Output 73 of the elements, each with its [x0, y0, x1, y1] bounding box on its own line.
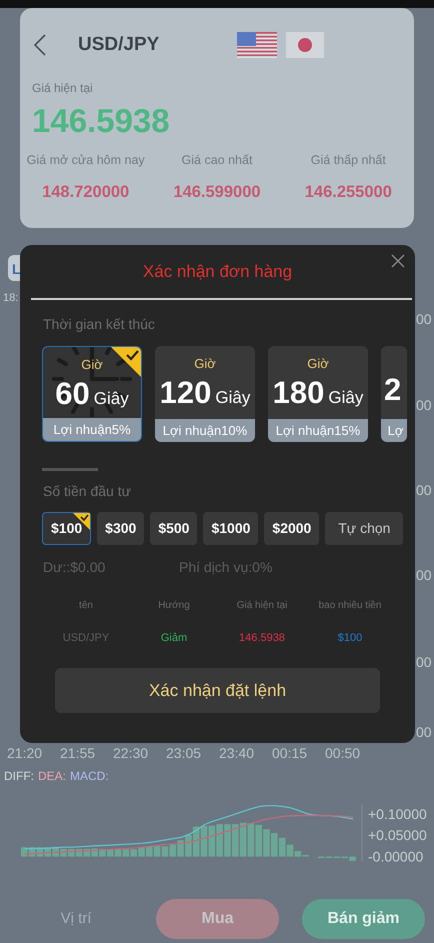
time-label: 00:50 — [325, 745, 358, 761]
amount-option[interactable]: $500 — [150, 512, 198, 544]
check-corner-icon — [111, 346, 141, 376]
column-header: tên — [79, 598, 93, 612]
dialog-title: Xác nhận đơn hàng — [142, 261, 292, 283]
duration-option[interactable]: Giờ 60 Giây Lợi nhuận5% — [42, 346, 142, 442]
axis-label: 00 — [416, 566, 432, 585]
seconds-label: Giây — [94, 388, 129, 410]
indicator-label: MACD: — [70, 768, 109, 785]
indicator-label: DEA: — [38, 768, 66, 785]
duration-value: 120 — [160, 375, 212, 411]
time-label: 23:05 — [166, 745, 199, 761]
axis-label: +0.10000 — [368, 806, 427, 822]
stat-value: 146.599000 — [173, 182, 261, 203]
duration-option[interactable]: Giờ 120 Giây Lợi nhuận10% — [155, 346, 255, 442]
confirm-order-button[interactable]: Xác nhận đặt lệnh — [55, 668, 380, 713]
stat-value: 146.255000 — [304, 182, 392, 203]
seconds-label: Giây — [328, 387, 364, 409]
duration-value: 60 — [55, 376, 90, 412]
price-label: Giá hiện tại — [32, 80, 94, 97]
balance-text: Dư::$0.00 — [43, 558, 106, 576]
seconds-label: Giây — [215, 387, 250, 409]
amount-option[interactable]: $100 — [42, 512, 92, 544]
hour-label: Giờ — [81, 356, 103, 374]
axis-label: 00 — [416, 396, 432, 415]
duration-option[interactable]: Giờ 180 Giây Lợi nhuận15% — [268, 346, 368, 442]
fee-text: Phí dịch vụ:0% — [179, 558, 272, 576]
time-label: 21:20 — [7, 745, 40, 761]
section-label: Thời gian kết thúc — [43, 314, 156, 334]
stat-label: Giá cao nhất — [182, 152, 252, 169]
column-header: Giá hiện tại — [236, 598, 288, 612]
amount-option[interactable]: Tự chọn — [325, 512, 404, 544]
time-label: 22:30 — [113, 745, 146, 761]
us-flag-icon — [237, 32, 277, 58]
section-label: Số tiền đầu tư — [43, 482, 132, 500]
time-label: 23:40 — [219, 745, 252, 761]
time-label: 18: — [3, 291, 18, 306]
column-header: Hướng — [158, 598, 190, 612]
time-label: 21:55 — [60, 745, 93, 761]
indicator-label: DIFF: — [4, 768, 34, 785]
stat-label: Giá thấp nhất — [310, 152, 386, 169]
profit-label: Lợ — [381, 418, 407, 442]
pair-title: USD/JPY — [78, 32, 160, 57]
time-label: 00:15 — [272, 745, 305, 761]
amount-option[interactable]: $1000 — [203, 512, 258, 544]
japan-flag-icon — [286, 32, 324, 58]
stat-label: Giá mở cửa hôm nay — [26, 152, 145, 169]
axis-label: 00 — [416, 310, 432, 329]
amount-option[interactable]: $2000 — [264, 512, 320, 544]
hour-label: Giờ — [194, 354, 216, 372]
current-price: 146.5938 — [32, 101, 171, 141]
table-cell-text: Giảm — [160, 630, 188, 646]
axis-label: 00 — [416, 723, 432, 742]
axis-label: -0.00000 — [368, 848, 424, 865]
close-icon[interactable] — [391, 254, 405, 268]
axis-label: 00 — [416, 653, 432, 672]
tab-indicator — [42, 468, 98, 470]
profit-label: Lợi nhuận15% — [268, 418, 368, 442]
duration-value: 180 — [272, 375, 324, 411]
table-cell-text: $100 — [338, 630, 362, 646]
hour-label: Giờ — [307, 354, 329, 372]
back-icon[interactable] — [34, 33, 48, 57]
amount-option[interactable]: $300 — [97, 512, 144, 544]
profit-label: Lợi nhuận10% — [155, 418, 255, 442]
table-cell-text: 146.5938 — [239, 630, 285, 646]
duration-option[interactable]: 2 Lợ — [381, 346, 407, 442]
axis-label: 00 — [416, 481, 432, 500]
axis-label: +0.05000 — [368, 827, 427, 844]
table-cell-text: USD/JPY — [62, 630, 110, 646]
stat-value: 148.720000 — [42, 182, 130, 203]
profit-label: Lợi nhuận5% — [43, 418, 141, 440]
duration-value: 2 — [384, 372, 402, 408]
column-header: bao nhiêu tiền — [318, 598, 382, 612]
